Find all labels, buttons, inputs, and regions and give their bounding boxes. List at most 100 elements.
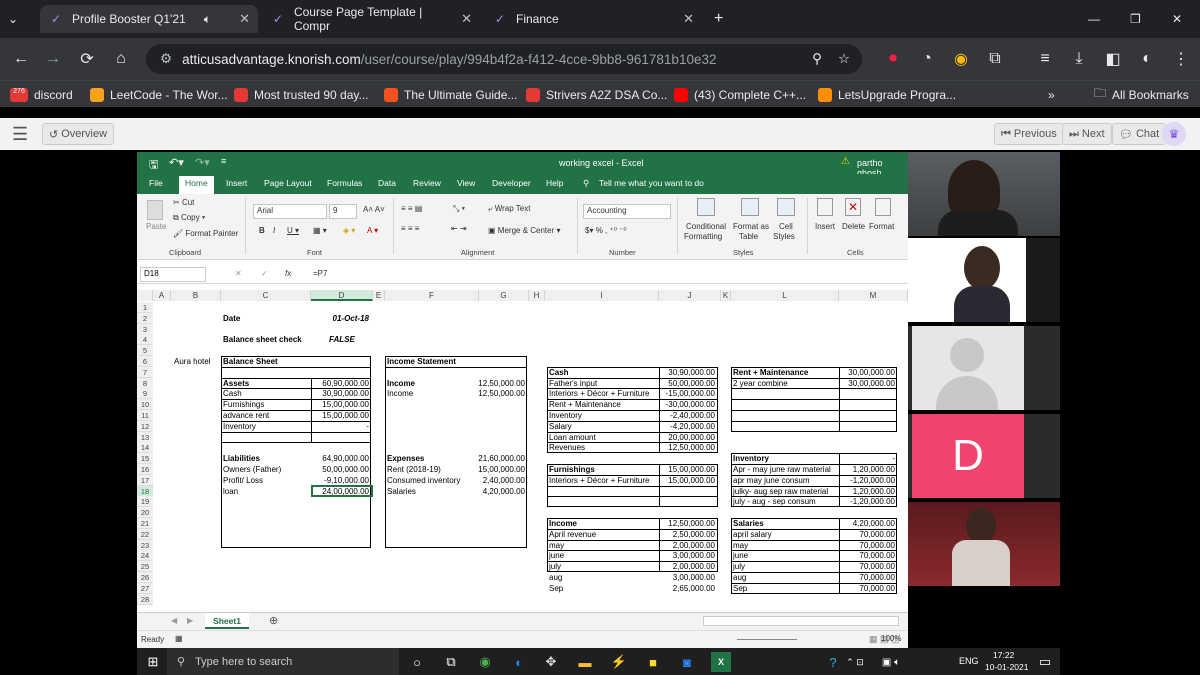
customize-qat-icon[interactable]: ≡ [221,156,226,166]
cell[interactable]: 60,90,000.00 [311,378,369,389]
column-header[interactable]: L [731,290,839,301]
row-header[interactable]: 18 [137,485,153,497]
fill-color-icon[interactable]: ◈ ▾ [343,226,355,235]
minimize-button[interactable]: — [1080,5,1108,33]
tab-data[interactable]: Data [378,178,396,188]
row-header[interactable]: 1 [137,302,153,313]
row-header[interactable]: 4 [137,334,153,346]
t-account-label[interactable]: july [549,561,561,572]
tab-file[interactable]: File [149,178,163,188]
winamp-icon[interactable]: ⚡ [609,652,629,672]
t-account-value[interactable]: 70,000.00 [835,529,895,540]
all-bookmarks[interactable]: 🗀 All Bookmarks [1094,85,1189,104]
row-header[interactable]: 3 [137,323,153,335]
bookmark-discord[interactable]: 276 discord [10,85,73,104]
number-format-icons[interactable]: $▾ % , ⁺⁰ ⁻⁰ [585,226,627,235]
format-as-table-icon[interactable] [741,198,759,216]
add-sheet-icon[interactable]: ⊕ [269,614,278,627]
column-header[interactable]: E [373,290,385,301]
cell[interactable]: advance rent [223,410,269,421]
tab-insert[interactable]: Insert [226,178,247,188]
close-tab-icon[interactable]: ✕ [239,11,250,27]
selected-cell[interactable] [311,484,373,498]
t-account-value[interactable]: 12,50,000.00 [655,518,715,529]
windows-start-icon[interactable]: ⊞ [143,652,163,672]
bookmark-star-icon[interactable]: ☆ [838,51,850,67]
column-header[interactable]: K [721,290,731,301]
t-account-label[interactable]: Sep [733,583,747,594]
column-header[interactable]: G [479,290,529,301]
tab-course-page-template[interactable]: ✓ Course Page Template | Compr ✕ [262,5,480,33]
t-account-value[interactable]: 12,50,000.00 [655,442,715,453]
t-account-label[interactable]: Furnishings [549,464,595,475]
cell[interactable]: Income [387,388,413,399]
participant-tile-1[interactable] [908,152,1060,236]
t-account-value[interactable]: -1,20,000.00 [835,496,895,507]
t-account-value[interactable]: 50,00,000.00 [655,378,715,389]
download-icon[interactable]: ⤓ [1066,46,1092,72]
balance-check-label[interactable]: Balance sheet check [223,334,302,345]
close-tab-icon[interactable]: ✕ [461,11,472,27]
balance-sheet-title[interactable]: Balance Sheet [223,356,278,367]
cell[interactable]: Income [387,378,415,389]
t-account-label[interactable]: Salaries [733,518,764,529]
clock-date[interactable]: 10-01-2021 [985,662,1028,672]
row-header[interactable]: 23 [137,539,153,551]
column-header[interactable]: I [545,290,659,301]
task-view-icon[interactable]: ⧉ [441,652,461,672]
column-header[interactable]: F [385,290,479,301]
cell[interactable]: Inventory [223,421,256,432]
indent-icons[interactable]: ⇤ ⇥ [451,224,467,233]
date-value[interactable]: 01-Oct-18 [309,313,369,324]
cell[interactable]: Liabilities [223,453,260,464]
horizontal-align-icons[interactable]: ≡ ≡ ≡ [401,224,419,233]
url-field[interactable]: ⚙ atticusadvantage.knorish.com/user/cour… [146,44,862,74]
font-name-select[interactable]: Arial [253,204,327,219]
column-header[interactable]: H [529,290,545,301]
back-icon[interactable]: ← [8,46,34,72]
row-header[interactable]: 28 [137,593,153,605]
t-account-value[interactable]: 70,000.00 [835,583,895,594]
t-account-value[interactable]: 15,00,000.00 [655,475,715,486]
t-account-label[interactable]: Father's input [549,378,597,389]
merge-center-button[interactable]: ▣ Merge & Center ▾ [488,226,561,235]
row-header[interactable]: 20 [137,507,153,519]
enter-formula-icon[interactable]: ✓ [261,269,268,278]
t-account-label[interactable]: Loan amount [549,432,596,443]
name-box[interactable]: D18 [140,267,206,282]
date-label[interactable]: Date [223,313,240,324]
restore-button[interactable]: ❐ [1122,5,1150,33]
t-account-label[interactable]: june [549,550,564,561]
format-cells-icon[interactable] [875,198,891,216]
cell[interactable]: 64,90,000.00 [311,453,369,464]
t-account-label[interactable]: july - aug - sep consum [733,496,816,507]
conditional-formatting-icon[interactable] [697,198,715,216]
insert-cells-icon[interactable] [817,198,833,216]
row-header[interactable]: 10 [137,399,153,411]
insert-function-icon[interactable]: fx [285,269,291,278]
cell[interactable]: 21,60,000.00 [455,453,525,464]
t-account-value[interactable]: 30,90,000.00 [655,367,715,378]
sidepanel-icon[interactable]: ◧ [1100,46,1126,72]
vertical-align-icons[interactable]: ≡ ≡ ▤ [401,204,422,213]
t-account-label[interactable]: Income [549,518,577,529]
row-header[interactable]: 14 [137,442,153,454]
participant-tile-5[interactable] [908,502,1060,586]
notifications-icon[interactable]: ▭ [1035,652,1055,672]
row-header[interactable]: 2 [137,312,153,324]
tab-profile-booster[interactable]: ✓ Profile Booster Q1'21 🔈︎ ✕ [40,5,258,33]
row-header[interactable]: 9 [137,388,153,400]
orientation-icon[interactable]: ⤡ ▾ [453,204,465,214]
zoom-slider[interactable] [737,639,797,640]
row-header[interactable]: 16 [137,464,153,475]
column-header[interactable]: A [153,290,171,301]
copy-button[interactable]: ⧉ Copy ▾ [173,213,205,223]
horizontal-scrollbar[interactable] [703,616,899,626]
tab-home[interactable]: Home [179,176,214,194]
excel-app-icon[interactable]: X [711,652,731,672]
extension-gauge-icon[interactable]: ◔ [914,46,940,72]
cell[interactable]: 15,00,000.00 [311,399,369,410]
t-account-value[interactable]: 70,000.00 [835,572,895,583]
t-account-value[interactable]: 1,20,000.00 [835,464,895,475]
t-account-label[interactable]: 2 year combine [733,378,788,389]
